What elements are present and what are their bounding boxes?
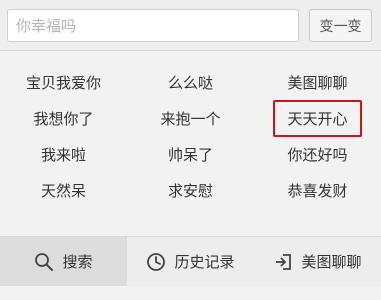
bottom-tab-bar: 搜索 历史记录 美图聊聊: [0, 236, 381, 286]
phrase-item[interactable]: 我想你了: [0, 100, 127, 136]
tab-history[interactable]: 历史记录: [127, 237, 254, 286]
shuffle-button[interactable]: 变一变: [309, 9, 372, 42]
top-bar: 变一变: [0, 0, 381, 50]
phrase-item[interactable]: 天然呆: [0, 172, 127, 208]
tab-search[interactable]: 搜索: [0, 237, 127, 286]
phrase-item[interactable]: 求安慰: [127, 172, 254, 208]
clock-icon: [147, 252, 166, 271]
phrase-grid: 宝贝我爱你 么么哒 美图聊聊 我想你了 来抱一个 天天开心 我来啦 帅呆了 你还…: [0, 64, 381, 208]
phrase-item[interactable]: 美图聊聊: [254, 64, 381, 100]
search-icon: [35, 252, 54, 271]
phrase-item[interactable]: 我来啦: [0, 136, 127, 172]
divider: [0, 50, 381, 51]
phrase-item[interactable]: 来抱一个: [127, 100, 254, 136]
phrase-item[interactable]: 你还好吗: [254, 136, 381, 172]
tab-search-label: 搜索: [62, 253, 93, 271]
phrase-item[interactable]: 宝贝我爱你: [0, 64, 127, 100]
phrase-item-highlighted[interactable]: 天天开心: [254, 99, 381, 137]
phrase-item[interactable]: 么么哒: [127, 64, 254, 100]
phrase-item[interactable]: 恭喜发财: [254, 172, 381, 208]
enter-icon: [276, 253, 292, 270]
tab-history-label: 历史记录: [174, 253, 235, 271]
phrase-item[interactable]: 帅呆了: [127, 136, 254, 172]
tab-meitu-chat[interactable]: 美图聊聊: [254, 237, 381, 286]
search-input[interactable]: [7, 9, 299, 42]
tab-meitu-chat-label: 美图聊聊: [301, 253, 362, 271]
